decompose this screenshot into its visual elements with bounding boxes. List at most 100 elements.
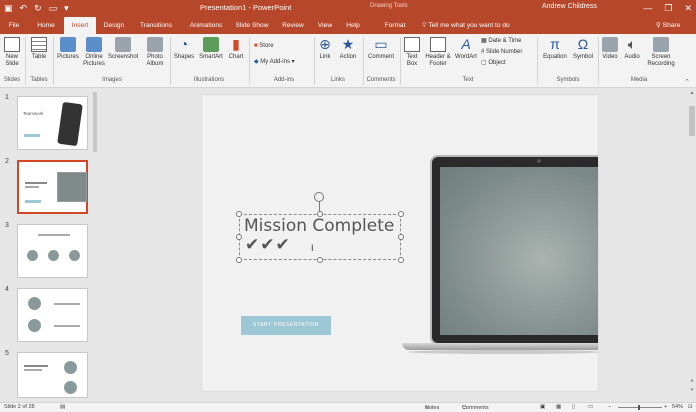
slide-title-text[interactable]: Mission Complete	[244, 216, 394, 236]
reading-view-icon[interactable]: ▯	[572, 404, 575, 410]
resize-handle[interactable]	[398, 211, 404, 217]
scrollbar-thumb[interactable]	[689, 106, 695, 136]
tell-me-search[interactable]: 💡︎ Tell me what you want to do	[422, 17, 510, 34]
link-button[interactable]: ⊕ Link	[316, 37, 334, 61]
restore-icon[interactable]: ❐	[664, 1, 672, 15]
next-slide-icon[interactable]: ⯆	[688, 388, 696, 394]
share-button[interactable]: ⚲ Share	[656, 17, 680, 34]
symbol-button[interactable]: Ω Symbol	[571, 37, 595, 61]
normal-view-icon[interactable]: ▣	[540, 404, 545, 410]
photo-album-button[interactable]: Photo Album	[142, 37, 168, 68]
date-time-button[interactable]: ▦ Date & Time	[481, 37, 521, 46]
start-presentation-button[interactable]: START PRESENTATION	[241, 316, 331, 335]
symbol-label: Symbol	[572, 54, 593, 60]
tab-slideshow[interactable]: Slide Show	[232, 17, 272, 34]
new-slide-label: New Slide	[5, 54, 19, 67]
customize-icon[interactable]: ▾	[64, 2, 69, 14]
thumb-button-shape	[24, 134, 40, 137]
video-label: Video	[602, 54, 618, 60]
resize-handle[interactable]	[236, 211, 242, 217]
zoom-slider-knob[interactable]	[638, 405, 640, 410]
zoom-out-icon[interactable]: −	[608, 404, 611, 410]
video-icon	[602, 37, 618, 52]
rotate-handle-icon[interactable]	[314, 192, 324, 202]
chart-icon: ▮	[232, 36, 240, 52]
slideshow-view-icon[interactable]: ▭	[588, 404, 593, 410]
ribbon-divider	[170, 37, 171, 85]
my-addins-button[interactable]: ◆ My Add-ins ▾	[254, 58, 295, 67]
scroll-up-icon[interactable]: ▲	[688, 90, 696, 96]
action-icon: ★	[341, 36, 355, 52]
present-icon[interactable]: ▭	[49, 2, 58, 14]
header-footer-button[interactable]: Header & Footer	[424, 37, 452, 68]
zoom-level[interactable]: 54%	[672, 404, 683, 410]
sorter-view-icon[interactable]: ▦	[556, 404, 561, 410]
spellcheck-icon[interactable]: ▤	[60, 404, 65, 410]
collapse-ribbon-icon[interactable]: ⌃	[684, 78, 690, 86]
canvas-scrollbar[interactable]: ▲ ⯅ ⯆	[688, 88, 696, 402]
tab-help[interactable]: Help	[342, 17, 364, 34]
screen-recording-button[interactable]: Screen Recording	[644, 37, 678, 68]
action-button[interactable]: ★ Action	[337, 37, 359, 61]
video-button[interactable]: Video	[600, 37, 620, 61]
tab-home[interactable]: Home	[30, 17, 62, 34]
ribbon-divider	[400, 37, 401, 85]
save-icon[interactable]: ▣	[4, 2, 13, 14]
undo-icon[interactable]: ↶	[20, 2, 28, 14]
ribbon-divider	[25, 37, 26, 85]
zoom-slider[interactable]	[618, 407, 662, 408]
ribbon-divider	[598, 37, 599, 85]
tab-format[interactable]: Format	[378, 17, 412, 34]
slide-2[interactable]: Mission Complete ✔✔✔ I START PRESENTATIO…	[202, 95, 598, 391]
user-name[interactable]: Andrew Childress	[542, 3, 597, 10]
slide-thumbnail-2[interactable]	[17, 160, 88, 214]
chart-button[interactable]: ▮ Chart	[227, 37, 245, 61]
smartart-button[interactable]: SmartArt	[197, 37, 225, 61]
slide-thumbnail-4[interactable]	[17, 288, 88, 342]
prev-slide-icon[interactable]: ⯅	[688, 378, 696, 384]
slide-thumbnail-1[interactable]: Teamwork	[17, 96, 88, 150]
tab-insert[interactable]: Insert	[64, 17, 96, 34]
thumb-text-lines	[54, 325, 80, 327]
shapes-button[interactable]: ◔ Shapes	[173, 37, 195, 61]
tab-review[interactable]: Review	[280, 17, 306, 34]
table-button[interactable]: Table	[28, 37, 50, 61]
redo-icon[interactable]: ↻	[34, 2, 42, 14]
screenshot-button[interactable]: Screenshot	[108, 37, 138, 61]
tab-animations[interactable]: Animations	[182, 17, 230, 34]
resize-handle[interactable]	[317, 257, 323, 263]
tab-view[interactable]: View	[314, 17, 336, 34]
text-box-button[interactable]: Text Box	[402, 37, 422, 68]
wordart-button[interactable]: A WordArt	[454, 37, 478, 61]
slide-thumbnail-3[interactable]	[17, 224, 88, 278]
equation-button[interactable]: π Equation	[540, 37, 570, 61]
tab-transitions[interactable]: Transitions	[132, 17, 180, 34]
laptop-image	[57, 172, 87, 202]
resize-handle[interactable]	[398, 234, 404, 240]
zoom-in-icon[interactable]: +	[664, 404, 667, 410]
resize-handle[interactable]	[236, 234, 242, 240]
checkmarks-text[interactable]: ✔✔✔	[245, 235, 291, 255]
close-icon[interactable]: ✕	[684, 1, 692, 15]
new-slide-button[interactable]: New Slide	[2, 37, 22, 68]
audio-button[interactable]: 🔈︎ Audio	[622, 37, 642, 61]
minimize-icon[interactable]: —	[643, 1, 652, 15]
store-button[interactable]: ■ Store	[254, 42, 274, 51]
tab-design[interactable]: Design	[98, 17, 130, 34]
online-pictures-button[interactable]: Online Pictures	[82, 37, 106, 68]
slide-number-button[interactable]: #︎ Slide Number	[481, 48, 522, 57]
object-button[interactable]: ▢ Object	[481, 59, 506, 68]
tab-file[interactable]: File	[2, 17, 26, 34]
pictures-button[interactable]: Pictures	[56, 37, 80, 61]
resize-handle[interactable]	[236, 257, 242, 263]
date-time-label: Date & Time	[488, 38, 522, 44]
tell-me-label: Tell me what you want to do	[428, 22, 510, 29]
thumbnails-scrollbar[interactable]	[93, 92, 97, 152]
resize-handle[interactable]	[398, 257, 404, 263]
fit-slide-icon[interactable]: ⊡	[688, 404, 693, 410]
thumb-number: 3	[5, 222, 9, 229]
comment-button[interactable]: ▭ Comment	[365, 37, 397, 61]
chevron-down-icon: ▾	[289, 59, 295, 65]
slide-thumbnail-5[interactable]	[17, 352, 88, 398]
thumb-circle	[28, 297, 41, 310]
